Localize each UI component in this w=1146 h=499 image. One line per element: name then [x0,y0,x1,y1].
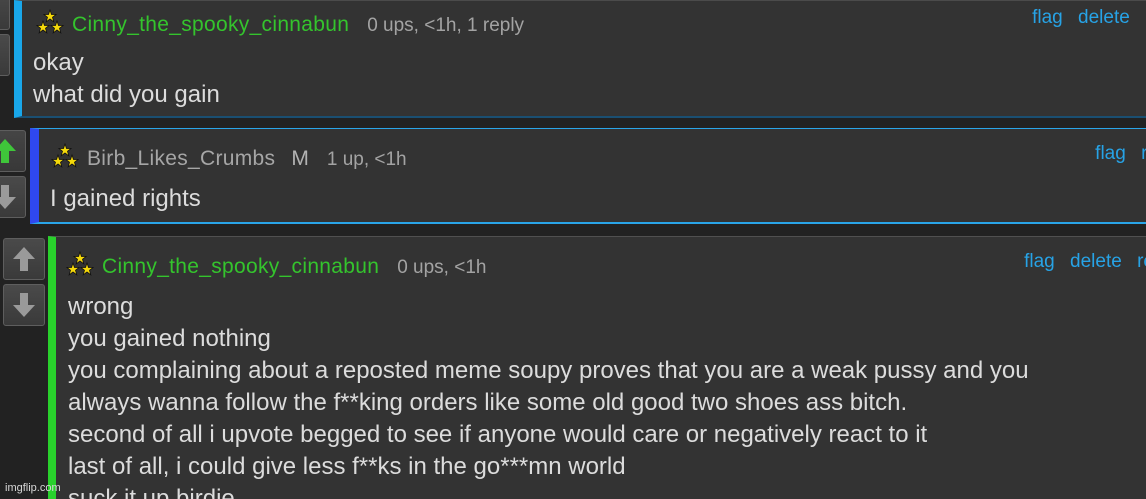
flag-link[interactable]: flag [1095,143,1126,164]
username-link[interactable]: Birb_Likes_Crumbs [87,147,275,171]
downvote-button[interactable] [0,34,10,76]
username-link[interactable]: Cinny_the_spooky_cinnabun [72,13,349,37]
comment-1: Cinny_the_spooky_cinnabun 0 ups, <1h, 1 … [14,0,1146,118]
upvote-arrow-icon [0,0,2,23]
reply-link[interactable]: re [1137,251,1146,272]
comment-line: suck it up birdie [68,485,235,499]
comment-line: last of all, i could give less f**ks in … [68,453,626,480]
downvote-arrow-icon [0,41,2,69]
flag-link[interactable]: flag [1024,251,1055,272]
username-link[interactable]: Cinny_the_spooky_cinnabun [102,255,379,279]
upvote-arrow-icon [0,139,16,163]
comment-line: you complaining about a reposted meme so… [68,357,1029,384]
comment-line: okay [33,49,84,76]
comment-body: wrong you gained nothing you complaining… [68,291,1029,499]
flag-link[interactable]: flag [1032,7,1063,28]
upvote-button[interactable] [0,130,26,172]
comment-2: Birb_Likes_Crumbs M 1 up, <1h flag re I … [30,128,1146,224]
comment-meta: 0 ups, <1h [397,257,487,278]
comment-header: Birb_Likes_Crumbs M 1 up, <1h [50,139,407,171]
comment-line: wrong [68,293,134,320]
comment-actions: flag delete re [1014,251,1146,273]
comment-line: you gained nothing [68,325,271,352]
watermark: imgflip.com [5,482,61,494]
upvote-button[interactable] [3,238,45,280]
comment-line: I gained rights [50,185,201,212]
comment-header: Cinny_the_spooky_cinnabun 0 ups, <1h [65,247,487,279]
comment-actions: flag re [1085,143,1146,165]
comment-body: I gained rights [50,183,201,215]
downvote-arrow-icon [0,185,16,209]
comment-3: Cinny_the_spooky_cinnabun 0 ups, <1h fla… [48,236,1146,499]
comment-line: second of all i upvote begged to see if … [68,421,928,448]
delete-link[interactable]: delete [1078,7,1130,28]
downvote-arrow-icon [13,293,35,317]
comment-body: okay what did you gain [33,47,220,111]
stars-rank-icon [50,142,80,169]
downvote-button[interactable] [3,284,45,326]
reply-link[interactable]: re [1141,143,1146,164]
delete-link[interactable]: delete [1070,251,1122,272]
stars-rank-icon [65,250,95,277]
comment-header: Cinny_the_spooky_cinnabun 0 ups, <1h, 1 … [35,5,525,37]
upvote-button[interactable] [0,0,10,30]
comment-line: what did you gain [33,81,220,108]
upvote-arrow-icon [13,247,35,271]
downvote-button[interactable] [0,176,26,218]
comment-meta: 1 up, <1h [326,149,407,170]
comment-actions: flag delete re [1022,7,1146,29]
stars-rank-icon [35,8,65,35]
comment-meta: 0 ups, <1h, 1 reply [367,15,525,36]
comment-line: always wanna follow the f**king orders l… [68,389,908,416]
user-badge: M [291,147,309,170]
